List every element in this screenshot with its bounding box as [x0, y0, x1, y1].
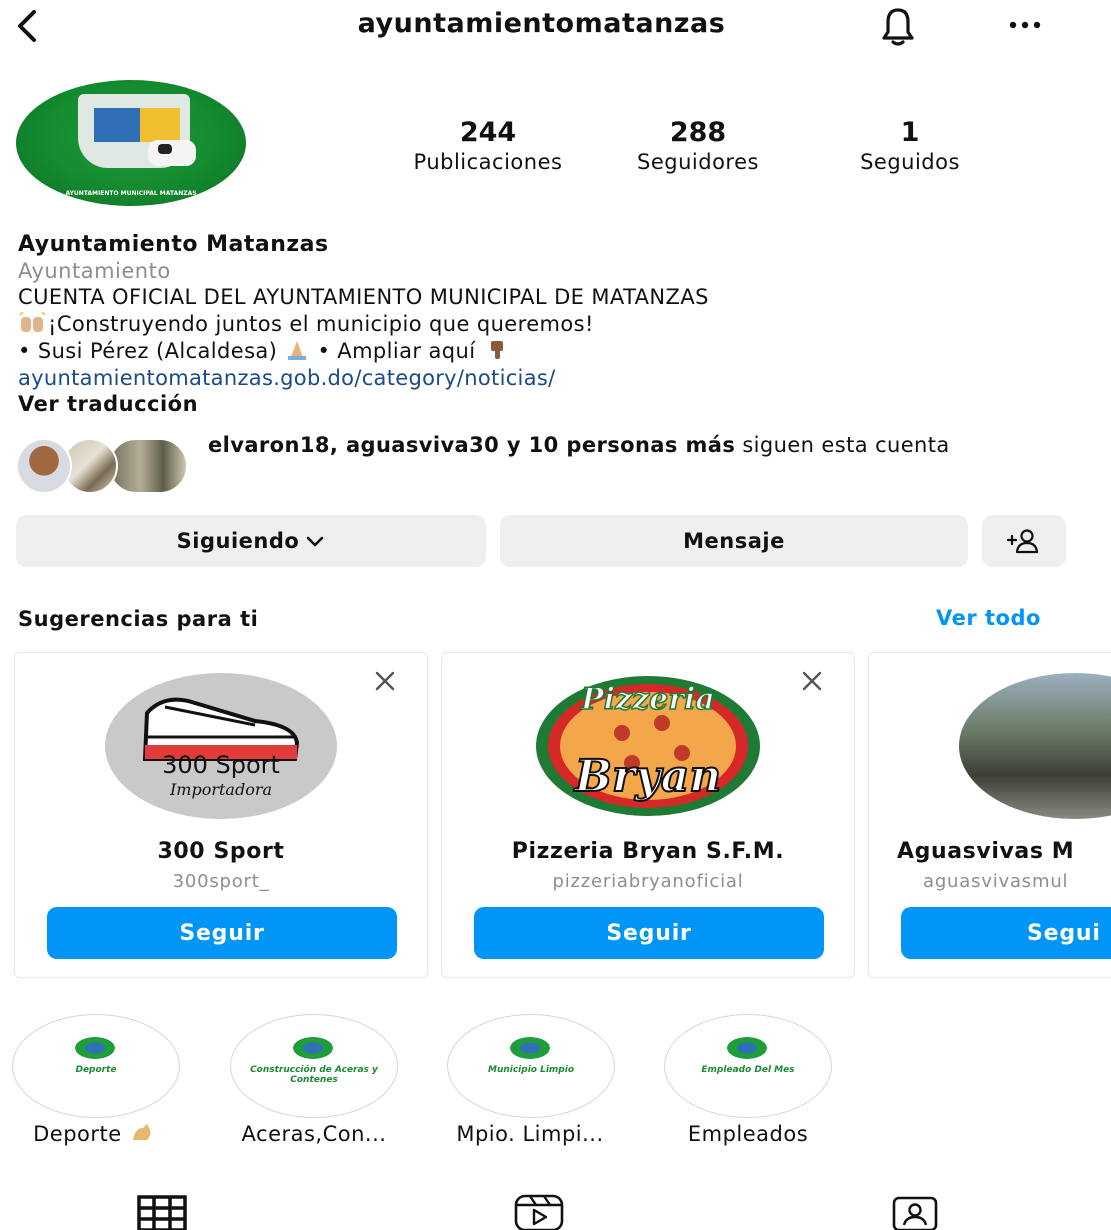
- highlight-cover-text: Construcción de Aceras y Contenes: [250, 1065, 378, 1085]
- stat-following-label: Seguidos: [860, 150, 960, 174]
- logo-cow-spot: [158, 144, 172, 154]
- municipal-seal-icon: [293, 1037, 333, 1059]
- praying-hands-emoji-icon: [288, 341, 307, 360]
- chevron-down-icon: [307, 536, 324, 547]
- pizzeria-pic-subtitle: Bryan: [573, 751, 721, 802]
- reels-icon[interactable]: [512, 1192, 566, 1230]
- suggestion-avatar-aguasvivas[interactable]: [959, 673, 1111, 819]
- municipal-seal-icon: [727, 1037, 767, 1059]
- municipal-seal-icon: [510, 1037, 550, 1059]
- highlight-cover-text: Municipio Limpio: [487, 1065, 575, 1075]
- suggestion-card[interactable]: Pizzeria Bryan Pizzeria Bryan S.F.M. piz…: [441, 652, 855, 978]
- follow-button[interactable]: Segui: [901, 907, 1111, 959]
- 300sport-pic-subtitle: Importadora: [169, 780, 272, 799]
- sneaker-logo-icon: 300 Sport Importadora: [142, 697, 300, 799]
- highlight-label[interactable]: Empleados: [652, 1122, 844, 1146]
- bio-line-2-text: ¡Construyendo juntos el municipio que qu…: [48, 312, 594, 336]
- stat-following-value: 1: [900, 117, 920, 148]
- stat-following[interactable]: 1 Seguidos: [826, 118, 994, 176]
- highlight-mpio-limpio[interactable]: Municipio Limpio: [447, 1014, 615, 1118]
- bio-line-2: ¡Construyendo juntos el municipio que qu…: [18, 312, 594, 336]
- suggestion-name[interactable]: 300 Sport: [15, 839, 427, 864]
- municipal-seal-icon: [75, 1037, 115, 1059]
- highlight-empleados[interactable]: Empleado Del Mes: [664, 1014, 832, 1118]
- suggestion-handle: 300sport_: [172, 871, 270, 892]
- bicep-emoji-icon: [132, 1124, 151, 1140]
- follower-avatar-1[interactable]: [16, 438, 72, 494]
- bio-line-3b-text: • Ampliar aquí: [317, 339, 476, 363]
- stat-followers-label: Seguidores: [637, 150, 759, 174]
- add-user-icon: [1006, 529, 1039, 554]
- pointing-down-emoji-icon: [490, 341, 503, 359]
- close-icon[interactable]: [798, 667, 826, 695]
- suggestions-title: Sugerencias para ti: [18, 607, 259, 631]
- bio-line-3a-text: • Susi Pérez (Alcaldesa): [18, 339, 278, 363]
- suggestion-name[interactable]: Aguasvivas M: [897, 839, 1111, 864]
- more-options-icon[interactable]: [1002, 8, 1048, 40]
- stat-posts-label: Publicaciones: [413, 150, 563, 174]
- highlight-label[interactable]: Aceras,Con...: [212, 1122, 416, 1146]
- profile-category: Ayuntamiento: [18, 259, 171, 283]
- bio-line-1: CUENTA OFICIAL DEL AYUNTAMIENTO MUNICIPA…: [18, 285, 709, 309]
- stat-followers[interactable]: 288 Seguidores: [605, 118, 791, 176]
- follower-avatar-3[interactable]: [108, 438, 188, 494]
- tagged-icon[interactable]: [888, 1192, 942, 1230]
- highlight-label[interactable]: Mpio. Limpi...: [428, 1122, 632, 1146]
- bell-icon[interactable]: [870, 4, 926, 48]
- message-button[interactable]: Mensaje: [500, 515, 968, 567]
- bio-line-3: • Susi Pérez (Alcaldesa) • Ampliar aquí: [18, 339, 509, 363]
- highlight-label[interactable]: Deporte: [4, 1122, 184, 1146]
- suggestion-card[interactable]: 300 Sport Importadora 300 Sport 300sport…: [14, 652, 428, 978]
- stat-followers-value: 288: [669, 117, 727, 148]
- follow-button[interactable]: Seguir: [474, 907, 824, 959]
- followed-by-names: elvaron18, aguasviva30 y 10 personas más: [208, 433, 736, 457]
- suggest-people-button[interactable]: [982, 515, 1066, 567]
- avatar-banner-text: AYUNTAMIENTO MUNICIPAL MATANZAS: [65, 190, 197, 197]
- follow-button[interactable]: Seguir: [47, 907, 397, 959]
- highlight-aceras[interactable]: Construcción de Aceras y Contenes: [230, 1014, 398, 1118]
- close-icon[interactable]: [371, 667, 399, 695]
- followed-by-rest: siguen esta cuenta: [742, 433, 950, 457]
- suggestion-name[interactable]: Pizzeria Bryan S.F.M.: [442, 839, 854, 864]
- highlight-cover-text: Empleado Del Mes: [701, 1065, 795, 1075]
- 300sport-pic-title: 300 Sport: [162, 751, 280, 779]
- pizza-logo-icon: Pizzeria Bryan: [536, 676, 760, 816]
- raised-hands-emoji-icon: [19, 312, 46, 332]
- see-all-link[interactable]: Ver todo: [936, 606, 1041, 630]
- logo-cow: [148, 140, 196, 166]
- suggestion-handle: aguasvivasmul: [923, 871, 1069, 892]
- grid-icon[interactable]: [136, 1192, 190, 1230]
- suggestion-avatar-pizzeria[interactable]: Pizzeria Bryan: [532, 673, 764, 819]
- profile-website-link[interactable]: ayuntamientomatanzas.gob.do/category/not…: [18, 366, 555, 390]
- suggestion-handle: pizzeriabryanoficial: [552, 871, 744, 892]
- highlight-deporte[interactable]: Deporte: [12, 1014, 180, 1118]
- highlight-label-text: Deporte: [33, 1122, 122, 1146]
- following-button-label: Siguiendo: [176, 529, 300, 553]
- profile-name: Ayuntamiento Matanzas: [18, 232, 329, 257]
- stat-posts[interactable]: 244 Publicaciones: [388, 118, 588, 176]
- see-translation-link[interactable]: Ver traducción: [18, 392, 198, 416]
- logo-shield-yellow: [140, 108, 180, 142]
- followed-by-text[interactable]: elvaron18, aguasviva30 y 10 personas más…: [208, 432, 1088, 459]
- following-button[interactable]: Siguiendo: [16, 515, 486, 567]
- suggestion-card[interactable]: Aguasvivas M aguasvivasmul Segui: [868, 652, 1111, 978]
- pizzeria-pic-title: Pizzeria: [580, 682, 715, 717]
- profile-avatar[interactable]: AYUNTAMIENTO MUNICIPAL MATANZAS: [16, 80, 246, 206]
- suggestion-avatar-300sport[interactable]: 300 Sport Importadora: [105, 673, 337, 819]
- stat-posts-value: 244: [459, 117, 517, 148]
- highlight-cover-text: Deporte: [75, 1065, 117, 1075]
- logo-shield-blue: [94, 108, 140, 142]
